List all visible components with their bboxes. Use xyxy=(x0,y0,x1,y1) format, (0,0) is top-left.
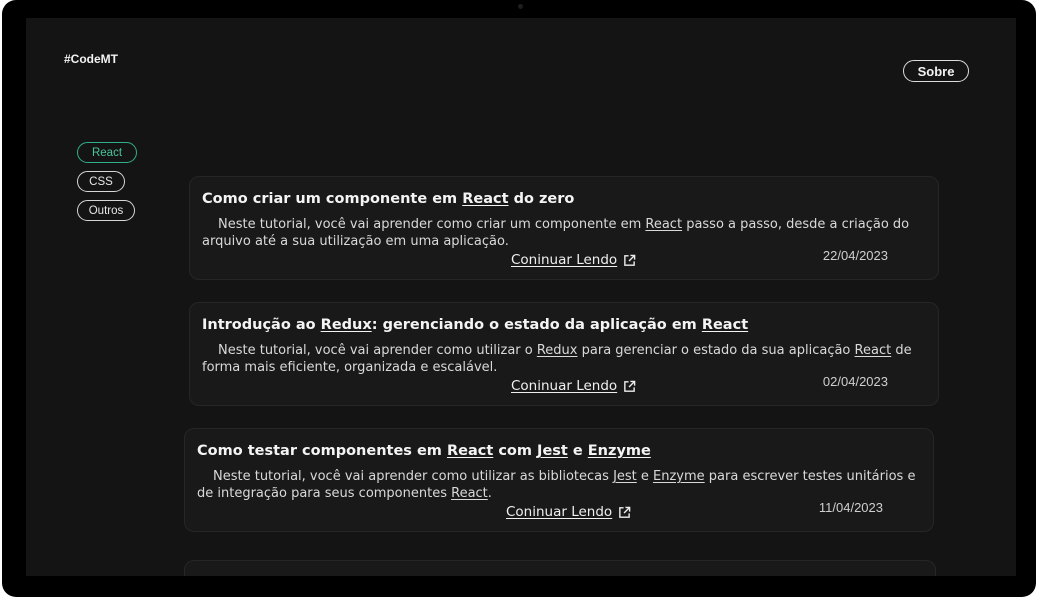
post-footer: Coninuar Lendo 22/04/2023 xyxy=(202,248,926,274)
camera-dot xyxy=(518,4,523,9)
post-footer: Coninuar Lendo 02/04/2023 xyxy=(202,374,926,400)
about-button[interactable]: Sobre xyxy=(903,60,969,82)
read-more-link[interactable]: Coninuar Lendo xyxy=(506,504,631,520)
tag-react[interactable]: React xyxy=(77,142,137,163)
post-card xyxy=(184,560,936,576)
external-link-icon xyxy=(619,506,631,518)
post-summary: Neste tutorial, você vai aprender como u… xyxy=(202,343,912,375)
post-card: Introdução ao Redux: gerenciando o estad… xyxy=(189,302,939,406)
keyword-link[interactable]: Jest xyxy=(613,469,637,484)
post-date: 02/04/2023 xyxy=(822,374,888,389)
keyword-link[interactable]: Enzyme xyxy=(588,443,651,459)
app-screen: #CodeMT Sobre React CSS Outros Como cria… xyxy=(26,18,1016,576)
tag-outros[interactable]: Outros xyxy=(77,200,135,221)
post-title[interactable]: Como criar um componente em React do zer… xyxy=(202,191,926,207)
tag-css[interactable]: CSS xyxy=(77,171,125,192)
keyword-link[interactable]: React xyxy=(855,343,892,358)
keyword-link[interactable]: React xyxy=(451,486,488,501)
keyword-link[interactable]: Redux xyxy=(321,317,372,333)
external-link-icon xyxy=(624,254,636,266)
post-title[interactable]: Introdução ao Redux: gerenciando o estad… xyxy=(202,317,926,333)
keyword-link[interactable]: React xyxy=(702,317,748,333)
device-frame: #CodeMT Sobre React CSS Outros Como cria… xyxy=(2,0,1036,597)
post-date: 22/04/2023 xyxy=(822,248,888,263)
post-summary: Neste tutorial, você vai aprender como u… xyxy=(197,469,916,501)
keyword-link[interactable]: React xyxy=(462,191,508,207)
post-date: 11/04/2023 xyxy=(818,500,883,515)
read-more-link[interactable]: Coninuar Lendo xyxy=(511,378,636,394)
read-more-link[interactable]: Coninuar Lendo xyxy=(511,252,636,268)
tag-filter-list: React CSS Outros xyxy=(77,142,137,229)
keyword-link[interactable]: Redux xyxy=(537,343,578,358)
site-logo[interactable]: #CodeMT xyxy=(64,52,118,66)
post-summary: Neste tutorial, você vai aprender como c… xyxy=(202,217,910,249)
post-card: Como criar um componente em React do zer… xyxy=(189,176,939,280)
keyword-link[interactable]: Enzyme xyxy=(653,469,705,484)
keyword-link[interactable]: React xyxy=(645,217,682,232)
post-card: Como testar componentes em React com Jes… xyxy=(184,428,934,532)
keyword-link[interactable]: Jest xyxy=(537,443,568,459)
post-title[interactable]: Como testar componentes em React com Jes… xyxy=(197,443,921,459)
post-footer: Coninuar Lendo 11/04/2023 xyxy=(197,500,921,526)
keyword-link[interactable]: React xyxy=(447,443,493,459)
external-link-icon xyxy=(624,380,636,392)
